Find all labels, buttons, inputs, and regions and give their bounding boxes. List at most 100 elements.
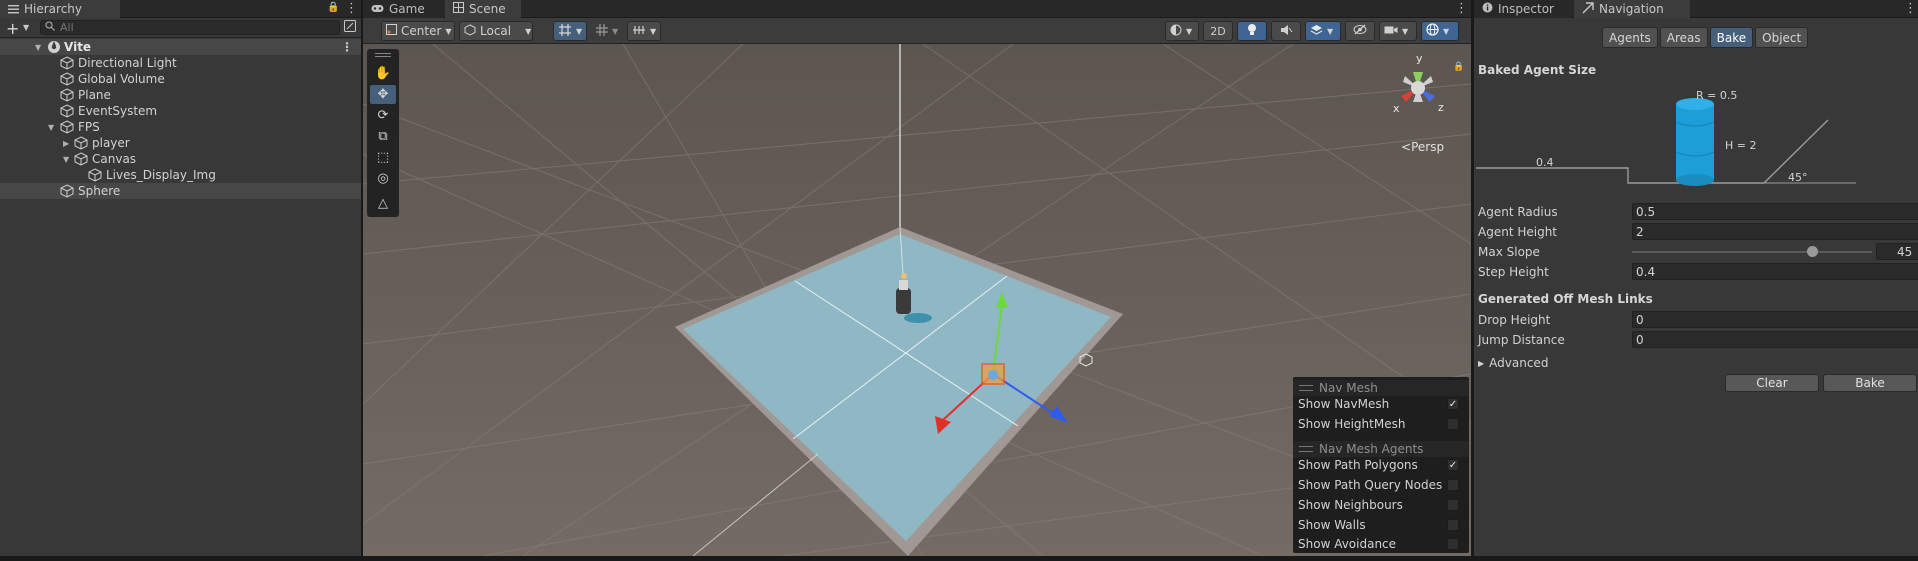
- scene-visibility-toggle[interactable]: [1345, 21, 1375, 41]
- grid-visibility-toggle[interactable]: ▼: [591, 21, 623, 41]
- subtab-bake-label: Bake: [1716, 30, 1747, 45]
- move-tool-icon[interactable]: ✥: [370, 85, 396, 104]
- hierarchy-item[interactable]: Lives_Display_Img: [0, 167, 361, 183]
- max-slope-input[interactable]: 45: [1876, 243, 1918, 260]
- scene-filter-icon[interactable]: [344, 20, 356, 35]
- rotate-tool-icon[interactable]: ⟳: [370, 106, 396, 125]
- jump-distance-input[interactable]: 0: [1632, 331, 1918, 348]
- show-path-polygons-row[interactable]: Show Path Polygons ✓: [1293, 455, 1469, 475]
- show-path-query-nodes-checkbox[interactable]: [1447, 479, 1459, 491]
- show-avoidance-checkbox[interactable]: [1447, 538, 1459, 550]
- palette-grip[interactable]: [375, 53, 391, 57]
- draw-mode-dropdown[interactable]: ▼: [1165, 21, 1199, 41]
- more-options-icon[interactable]: ⋮: [1455, 1, 1468, 16]
- custom-tool-icon[interactable]: △: [370, 194, 396, 213]
- tab-inspector[interactable]: Inspector: [1474, 0, 1572, 18]
- hand-tool-icon[interactable]: ✋: [370, 64, 396, 83]
- subtab-object[interactable]: Object: [1755, 27, 1809, 48]
- agent-radius-input[interactable]: 0.5: [1632, 203, 1918, 220]
- unity-scene-icon: [47, 40, 61, 54]
- shading-sphere-icon: [1170, 24, 1182, 39]
- chevron-down-icon[interactable]: ▼: [23, 23, 29, 32]
- increment-snap-toggle[interactable]: ▼: [627, 21, 661, 41]
- hierarchy-item[interactable]: Sphere: [0, 183, 361, 199]
- expand-arrow-icon[interactable]: ▼: [63, 155, 69, 164]
- max-slope-slider-handle[interactable]: [1807, 246, 1818, 257]
- scene-viewport[interactable]: ✋ ✥ ⟳ ⧉ ⬚ ◎ △ y x z 🔒 <Persp Nav Mesh Sh…: [363, 44, 1471, 556]
- transform-tool-icon[interactable]: ◎: [370, 169, 396, 188]
- hierarchy-item[interactable]: Plane: [0, 87, 361, 103]
- step-height-label: Step Height: [1478, 265, 1549, 279]
- gameobject-cube-icon: [60, 72, 74, 86]
- expand-arrow-icon[interactable]: ▼: [35, 43, 41, 52]
- collapse-arrow-icon[interactable]: ▶: [63, 139, 69, 148]
- rect-tool-icon[interactable]: ⬚: [370, 148, 396, 167]
- show-walls-row[interactable]: Show Walls: [1293, 515, 1469, 535]
- clear-button[interactable]: Clear: [1725, 374, 1819, 392]
- show-path-polygons-checkbox[interactable]: ✓: [1447, 459, 1459, 471]
- jump-distance-label: Jump Distance: [1478, 333, 1565, 347]
- show-path-query-nodes-row[interactable]: Show Path Query Nodes: [1293, 475, 1469, 495]
- tab-scene[interactable]: Scene: [445, 0, 521, 18]
- hierarchy-item[interactable]: ▼ Canvas: [0, 151, 361, 167]
- more-options-icon[interactable]: ⋮: [345, 1, 358, 16]
- pivot-rotation-dropdown[interactable]: Local ▼: [459, 21, 533, 41]
- gizmo-lock-icon[interactable]: 🔒: [1453, 62, 1464, 72]
- show-navmesh-label: Show NavMesh: [1298, 397, 1390, 411]
- hierarchy-item-label: player: [92, 136, 130, 150]
- hierarchy-item[interactable]: ▼ FPS: [0, 119, 361, 135]
- hierarchy-item[interactable]: EventSystem: [0, 103, 361, 119]
- tab-navigation[interactable]: Navigation: [1574, 0, 1690, 18]
- agent-diagram-graphic: [1476, 98, 1856, 186]
- scene-row[interactable]: ▼ Vite ⋮: [0, 39, 361, 55]
- scale-tool-icon[interactable]: ⧉: [370, 127, 396, 146]
- tab-navigation-label: Navigation: [1599, 2, 1664, 16]
- hierarchy-item[interactable]: Global Volume: [0, 71, 361, 87]
- subtab-agents[interactable]: Agents: [1602, 27, 1658, 48]
- hierarchy-item[interactable]: Directional Light: [0, 55, 361, 71]
- lighting-toggle[interactable]: [1237, 21, 1267, 41]
- max-slope-slider[interactable]: [1632, 246, 1872, 257]
- search-input[interactable]: [60, 21, 320, 34]
- subtab-areas[interactable]: Areas: [1659, 27, 1708, 48]
- jump-distance-field: Jump Distance 0: [1478, 331, 1918, 349]
- show-neighbours-checkbox[interactable]: [1447, 499, 1459, 511]
- gizmos-dropdown[interactable]: ▼: [1421, 21, 1459, 41]
- show-avoidance-row[interactable]: Show Avoidance: [1293, 534, 1469, 554]
- show-heightmesh-checkbox[interactable]: [1447, 418, 1459, 430]
- show-navmesh-checkbox[interactable]: ✓: [1447, 398, 1459, 410]
- show-navmesh-row[interactable]: Show NavMesh ✓: [1293, 394, 1469, 414]
- scene-more-icon[interactable]: ⋮: [341, 40, 353, 54]
- pivot-icon: [386, 24, 397, 38]
- tab-game[interactable]: Game: [363, 0, 443, 18]
- drop-height-input[interactable]: 0: [1632, 311, 1918, 328]
- hierarchy-item[interactable]: ▶ player: [0, 135, 361, 151]
- audio-toggle[interactable]: [1271, 21, 1301, 41]
- show-heightmesh-row[interactable]: Show HeightMesh: [1293, 414, 1469, 434]
- camera-dropdown[interactable]: ▼: [1379, 21, 1417, 41]
- advanced-foldout[interactable]: ▶ Advanced: [1478, 356, 1548, 370]
- bake-button[interactable]: Bake: [1823, 374, 1917, 392]
- navigation-panel: Inspector Navigation ⋮ Agents Areas Bake…: [1473, 0, 1918, 556]
- agent-height-input[interactable]: 2: [1632, 223, 1918, 240]
- add-icon[interactable]: +: [6, 19, 19, 38]
- show-walls-checkbox[interactable]: [1447, 519, 1459, 531]
- more-options-icon[interactable]: ⋮: [1904, 1, 1917, 16]
- chevron-down-icon: ▼: [650, 26, 657, 36]
- orientation-gizmo[interactable]: y x z 🔒 <Persp: [1373, 50, 1464, 154]
- list-icon: [8, 4, 19, 14]
- expand-arrow-icon[interactable]: ▼: [48, 123, 54, 132]
- chevron-down-icon: ▼: [525, 26, 532, 36]
- chevron-down-icon: ▼: [1327, 26, 1334, 36]
- lock-icon[interactable]: 🔒: [327, 2, 339, 13]
- hierarchy-search[interactable]: [40, 20, 340, 35]
- effects-dropdown[interactable]: ▼: [1305, 21, 1341, 41]
- pivot-mode-dropdown[interactable]: Center ▼: [381, 21, 455, 41]
- subtab-bake[interactable]: Bake: [1709, 27, 1754, 48]
- projection-toggle[interactable]: <Persp: [1401, 140, 1444, 154]
- tab-hierarchy[interactable]: Hierarchy: [0, 0, 120, 18]
- grid-snap-toggle[interactable]: ▼: [553, 21, 587, 41]
- step-height-input[interactable]: 0.4: [1632, 263, 1918, 280]
- show-neighbours-row[interactable]: Show Neighbours: [1293, 495, 1469, 515]
- toggle-2d-button[interactable]: 2D: [1203, 21, 1233, 41]
